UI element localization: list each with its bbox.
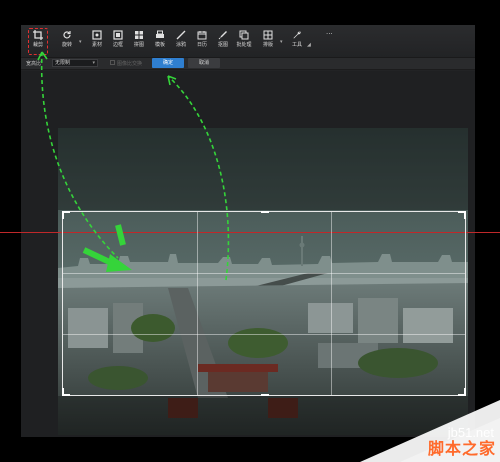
ratio-select[interactable]: 无限制 ▾: [52, 59, 98, 67]
brush-icon: [176, 30, 186, 40]
frame-icon: [113, 30, 123, 40]
tool-layout[interactable]: 排版: [256, 28, 280, 54]
rotate-icon: [63, 31, 71, 39]
layout-dropdown-arrow[interactable]: ▾: [280, 39, 283, 45]
swap-ratio-checkbox[interactable]: [110, 60, 115, 65]
tool-batch[interactable]: 批处理: [232, 28, 256, 54]
crop-handle-top-right[interactable]: [458, 211, 466, 219]
batch-icon: [239, 30, 249, 40]
crop-handle-bottom[interactable]: [261, 388, 269, 396]
wrench-icon: [293, 31, 301, 39]
layout-icon: [263, 30, 273, 40]
crop-handle-top[interactable]: [261, 211, 269, 219]
site-watermark: jb51.net 脚本之家: [360, 390, 500, 462]
crop-grid-line: [331, 212, 332, 395]
confirm-button[interactable]: 确定: [152, 58, 184, 68]
tool-rotate[interactable]: 旋转: [55, 28, 79, 54]
crop-options-bar: 宽高比 无限制 ▾ 图像比交换 确定 取消: [21, 58, 475, 70]
crop-grid-line: [197, 212, 198, 395]
printer-icon: [156, 30, 164, 38]
crop-icon: [33, 30, 43, 40]
tool-layout-label: 排版: [262, 42, 273, 48]
ratio-label: 宽高比: [26, 61, 42, 67]
crop-grid-line: [63, 334, 465, 335]
ratio-select-value: 无限制: [55, 60, 71, 66]
crop-selection-frame[interactable]: [62, 211, 466, 396]
more-tools-button[interactable]: ···: [326, 30, 333, 38]
tool-crop-label: 裁剪: [32, 42, 43, 48]
chevron-down-icon: ▾: [92, 60, 95, 66]
tool-rotate-label: 旋转: [61, 42, 72, 48]
tool-crop[interactable]: 裁剪: [26, 28, 50, 54]
swap-ratio-label: 图像比交换: [117, 61, 143, 67]
tool-tools-label: 工具: [291, 42, 302, 48]
crop-grid-line: [63, 273, 465, 274]
main-toolbar: 裁剪 旋转 ▾ 素材 边框 拼图 模板 涂鸦 日历 抠图 批处理 排版 ▾ 工具…: [21, 25, 475, 58]
calendar-icon: [197, 31, 207, 40]
pen-icon: [218, 31, 227, 40]
tool-batch-label: 批处理: [236, 42, 252, 48]
rotate-dropdown-arrow[interactable]: ▾: [79, 39, 82, 45]
cancel-button[interactable]: 取消: [188, 58, 220, 68]
crop-handle-bottom-left[interactable]: [62, 388, 70, 396]
tool-tools[interactable]: 工具: [285, 28, 309, 54]
sticker-icon: [92, 30, 102, 40]
crop-handle-top-left[interactable]: [62, 211, 70, 219]
more-arrow-icon[interactable]: ◢: [307, 42, 311, 48]
watermark-site-name: 脚本之家: [427, 439, 496, 458]
collage-icon: [135, 31, 143, 39]
